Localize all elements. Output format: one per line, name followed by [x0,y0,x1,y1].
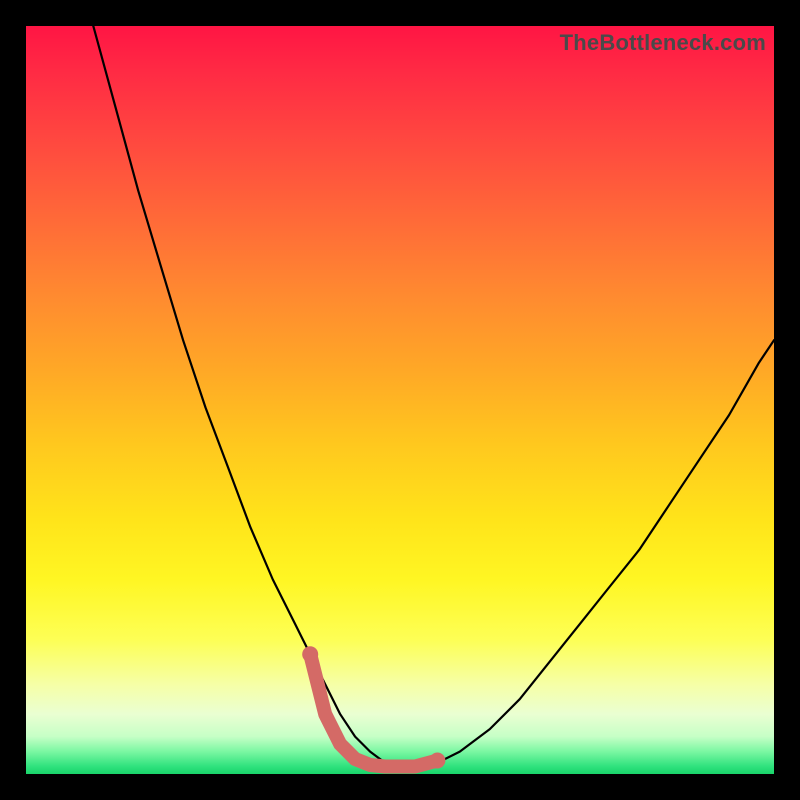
chart-svg [26,26,774,774]
optimal-range-markers [302,646,445,768]
optimal-range-end-dot [429,753,445,769]
bottleneck-curve-line [93,26,774,767]
outer-frame: TheBottleneck.com [0,0,800,800]
optimal-range-line [310,654,437,766]
plot-area: TheBottleneck.com [26,26,774,774]
optimal-range-end-dot [302,646,318,662]
